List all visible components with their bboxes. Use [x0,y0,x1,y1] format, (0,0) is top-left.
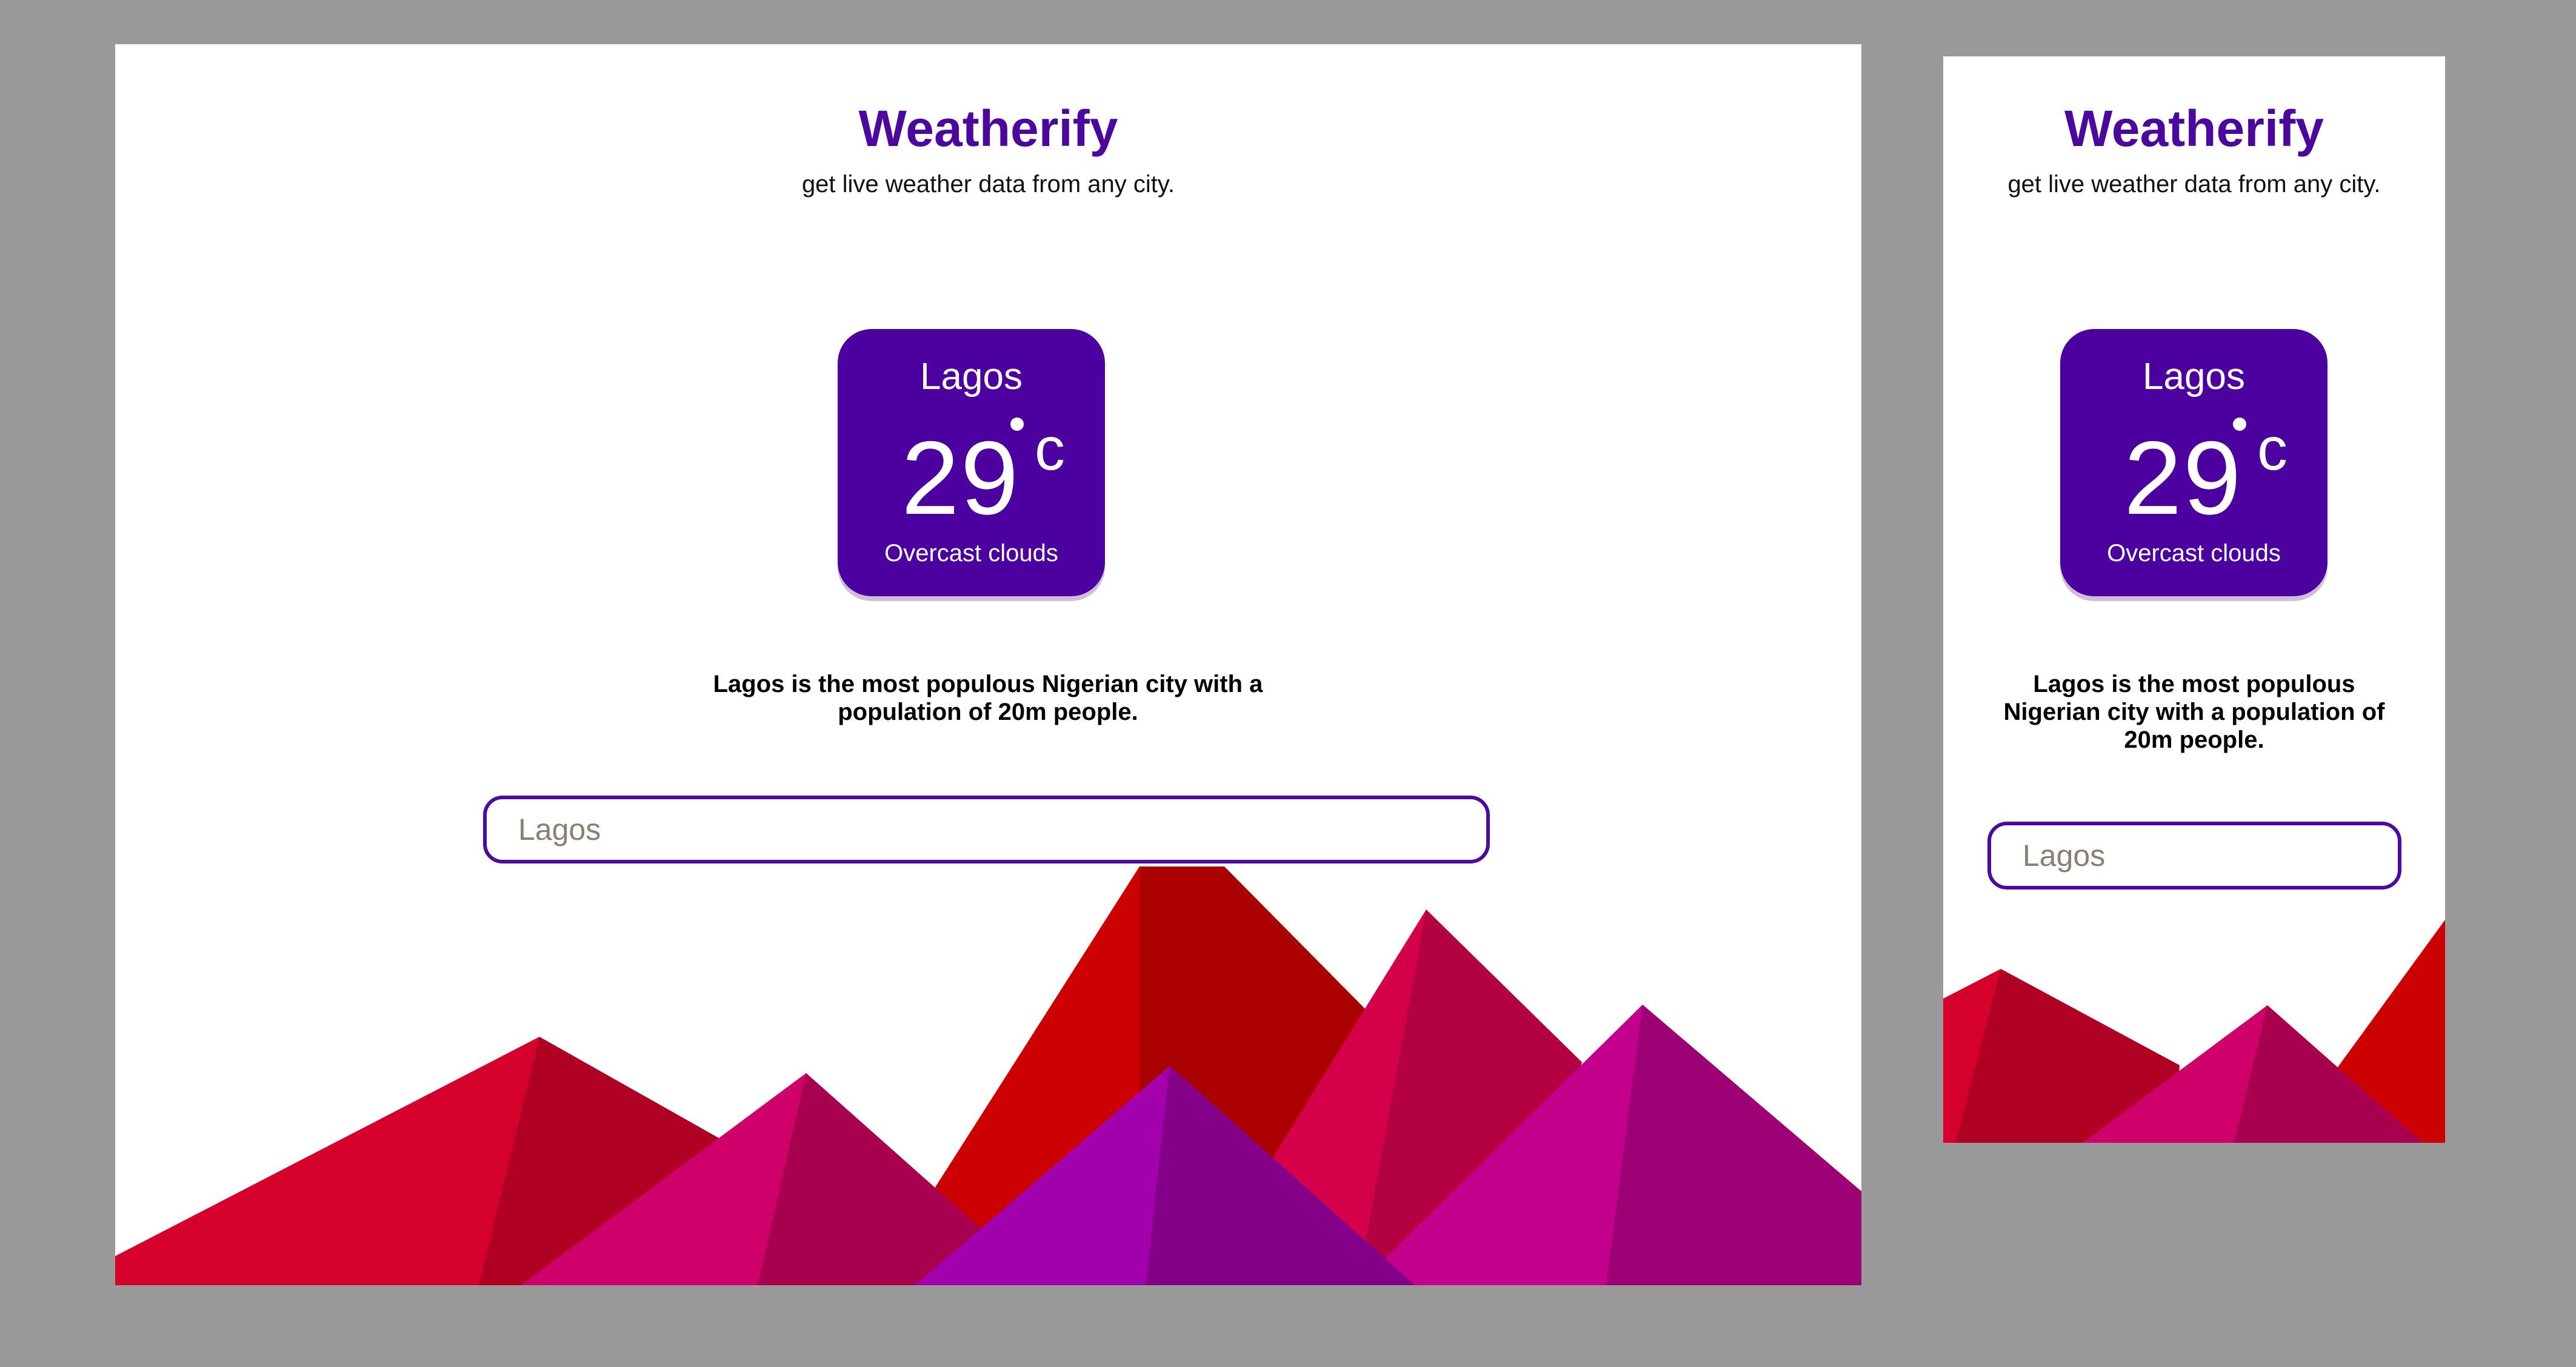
weather-card: Lagos 29 c Overcast clouds [2060,329,2327,596]
weather-condition: Overcast clouds [884,540,1058,567]
app-title: Weatherify [858,100,1118,157]
app-title: Weatherify [2064,100,2324,157]
weather-temperature: 29 [901,420,1020,536]
desktop-preview: Weatherify get live weather data from an… [115,44,1861,1285]
app-subtitle: get live weather data from any city. [801,171,1175,198]
weather-card: Lagos 29 c Overcast clouds [838,329,1105,596]
search-box[interactable] [483,796,1490,863]
weather-city: Lagos [2143,356,2245,397]
city-info-text: Lagos is the most populous Nigerian city… [713,671,1263,725]
weather-unit: c [1035,415,1065,483]
weather-city: Lagos [920,356,1023,397]
degree-icon [1010,417,1024,431]
mobile-preview: Weatherify get live weather data from an… [1943,56,2445,1143]
search-input[interactable] [518,799,1468,860]
app-subtitle: get live weather data from any city. [2007,171,2381,198]
degree-icon [2233,417,2246,431]
mountain-illustration [1943,920,2445,1143]
mountain-illustration [115,866,1861,1285]
search-box[interactable] [1987,822,2401,890]
weather-unit: c [2257,415,2287,483]
search-input[interactable] [2023,825,2380,886]
weather-condition: Overcast clouds [2107,540,2281,567]
weather-temperature: 29 [2124,420,2243,536]
city-info-text: Lagos is the most populous Nigerian city… [2003,671,2385,753]
